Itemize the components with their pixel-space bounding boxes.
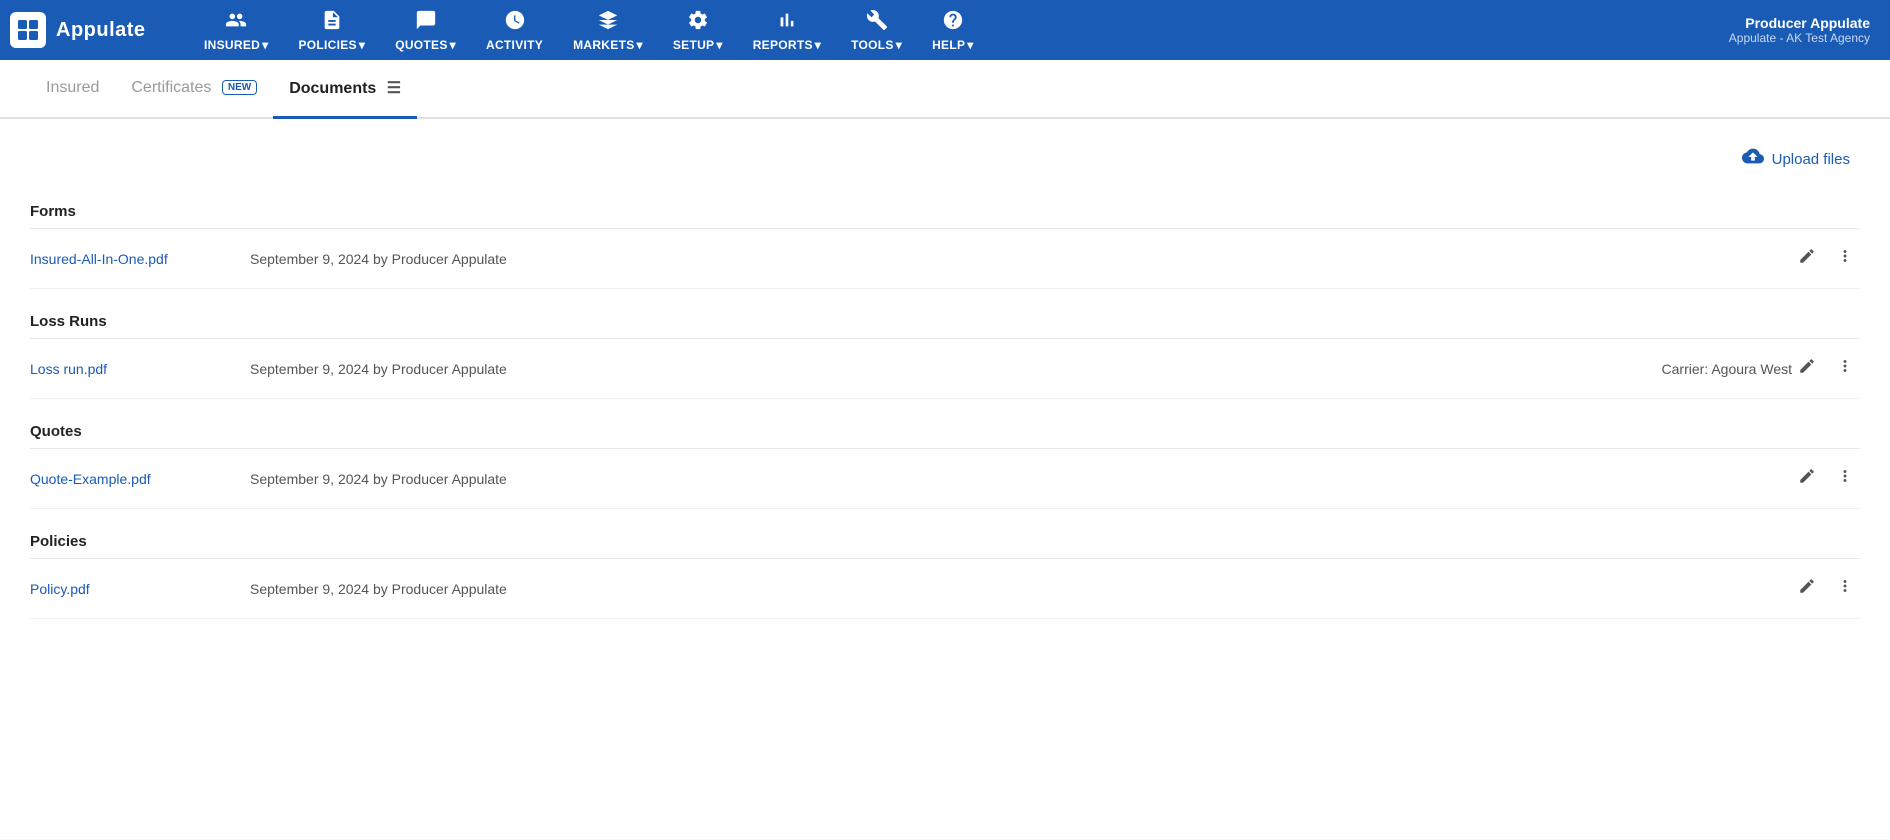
edit-doc-button[interactable]: [1792, 573, 1822, 604]
nav-item-activity-label: ACTIVITY: [486, 38, 543, 52]
nav-items: INSURED ▾ POLICIES ▾ QUOTES ▾: [190, 3, 1729, 58]
section-header-quotes: Quotes: [30, 409, 1860, 449]
certificates-new-badge: NEW: [222, 80, 257, 95]
edit-doc-button[interactable]: [1792, 463, 1822, 494]
doc-actions: [1792, 243, 1860, 274]
upload-files-label: Upload files: [1772, 151, 1850, 168]
table-row: Loss run.pdfSeptember 9, 2024 by Produce…: [30, 339, 1860, 399]
doc-meta: September 9, 2024 by Producer Appulate: [250, 471, 1792, 487]
policies-icon: [321, 9, 343, 36]
section-loss-runs: Loss RunsLoss run.pdfSeptember 9, 2024 b…: [30, 299, 1860, 399]
reports-icon: [776, 9, 798, 36]
nav-item-setup[interactable]: SETUP ▾: [659, 3, 737, 58]
doc-name-link[interactable]: Insured-All-In-One.pdf: [30, 251, 250, 267]
upload-files-button[interactable]: Upload files: [1732, 139, 1860, 179]
doc-name-link[interactable]: Loss run.pdf: [30, 361, 250, 377]
nav-item-policies[interactable]: POLICIES ▾: [284, 3, 379, 58]
nav-item-help-label: HELP ▾: [932, 38, 974, 52]
tab-bar: Insured Certificates NEW Documents ☰: [0, 60, 1890, 119]
brand-name: Appulate: [56, 19, 146, 42]
doc-name-link[interactable]: Quote-Example.pdf: [30, 471, 250, 487]
markets-icon: [597, 9, 619, 36]
section-forms: FormsInsured-All-In-One.pdfSeptember 9, …: [30, 189, 1860, 289]
upload-icon: [1742, 145, 1764, 173]
nav-item-tools[interactable]: TOOLS ▾: [837, 3, 916, 58]
nav-item-tools-label: TOOLS ▾: [851, 38, 902, 52]
nav-item-policies-label: POLICIES ▾: [298, 38, 365, 52]
nav-item-help[interactable]: HELP ▾: [918, 3, 988, 58]
tab-certificates[interactable]: Certificates NEW: [115, 61, 273, 118]
nav-item-quotes-label: QUOTES ▾: [395, 38, 456, 52]
edit-doc-button[interactable]: [1792, 243, 1822, 274]
navbar: Appulate INSURED ▾ POLICIES ▾: [0, 0, 1890, 60]
doc-meta: September 9, 2024 by Producer Appulate: [250, 361, 1642, 377]
more-doc-button[interactable]: [1830, 463, 1860, 494]
nav-item-reports-label: REPORTS ▾: [753, 38, 821, 52]
table-row: Insured-All-In-One.pdfSeptember 9, 2024 …: [30, 229, 1860, 289]
doc-actions: [1792, 353, 1860, 384]
doc-meta: September 9, 2024 by Producer Appulate: [250, 251, 1792, 267]
tab-insured[interactable]: Insured: [30, 61, 115, 118]
tools-icon: [866, 9, 888, 36]
activity-icon: [504, 9, 526, 36]
nav-item-markets[interactable]: MARKETS ▾: [559, 3, 657, 58]
more-doc-button[interactable]: [1830, 573, 1860, 604]
main-content: Upload files FormsInsured-All-In-One.pdf…: [0, 119, 1890, 839]
table-row: Policy.pdfSeptember 9, 2024 by Producer …: [30, 559, 1860, 619]
nav-item-setup-label: SETUP ▾: [673, 38, 723, 52]
documents-menu-icon[interactable]: ☰: [387, 80, 401, 97]
documents-sections: FormsInsured-All-In-One.pdfSeptember 9, …: [30, 189, 1860, 619]
upload-bar: Upload files: [30, 139, 1860, 179]
section-quotes: QuotesQuote-Example.pdfSeptember 9, 2024…: [30, 409, 1860, 509]
doc-carrier: Carrier: Agoura West: [1662, 361, 1792, 377]
nav-item-insured[interactable]: INSURED ▾: [190, 3, 282, 58]
doc-name-link[interactable]: Policy.pdf: [30, 581, 250, 597]
setup-icon: [687, 9, 709, 36]
section-header-loss-runs: Loss Runs: [30, 299, 1860, 339]
nav-item-quotes[interactable]: QUOTES ▾: [381, 3, 470, 58]
section-header-policies: Policies: [30, 519, 1860, 559]
tab-documents[interactable]: Documents ☰: [273, 60, 417, 119]
section-header-forms: Forms: [30, 189, 1860, 229]
section-policies: PoliciesPolicy.pdfSeptember 9, 2024 by P…: [30, 519, 1860, 619]
nav-item-insured-label: INSURED ▾: [204, 38, 268, 52]
user-info: Producer Appulate Appulate - AK Test Age…: [1729, 15, 1880, 45]
brand-logo: [10, 12, 46, 48]
edit-doc-button[interactable]: [1792, 353, 1822, 384]
quotes-icon: [415, 9, 437, 36]
doc-actions: [1792, 573, 1860, 604]
doc-meta: September 9, 2024 by Producer Appulate: [250, 581, 1792, 597]
doc-actions: [1792, 463, 1860, 494]
nav-item-activity[interactable]: ACTIVITY: [472, 3, 557, 58]
brand: Appulate: [10, 12, 170, 48]
help-icon: [942, 9, 964, 36]
table-row: Quote-Example.pdfSeptember 9, 2024 by Pr…: [30, 449, 1860, 509]
nav-item-reports[interactable]: REPORTS ▾: [739, 3, 835, 58]
user-name: Producer Appulate: [1729, 15, 1870, 31]
user-agency: Appulate - AK Test Agency: [1729, 31, 1870, 45]
more-doc-button[interactable]: [1830, 353, 1860, 384]
nav-item-markets-label: MARKETS ▾: [573, 38, 643, 52]
insured-icon: [225, 9, 247, 36]
more-doc-button[interactable]: [1830, 243, 1860, 274]
